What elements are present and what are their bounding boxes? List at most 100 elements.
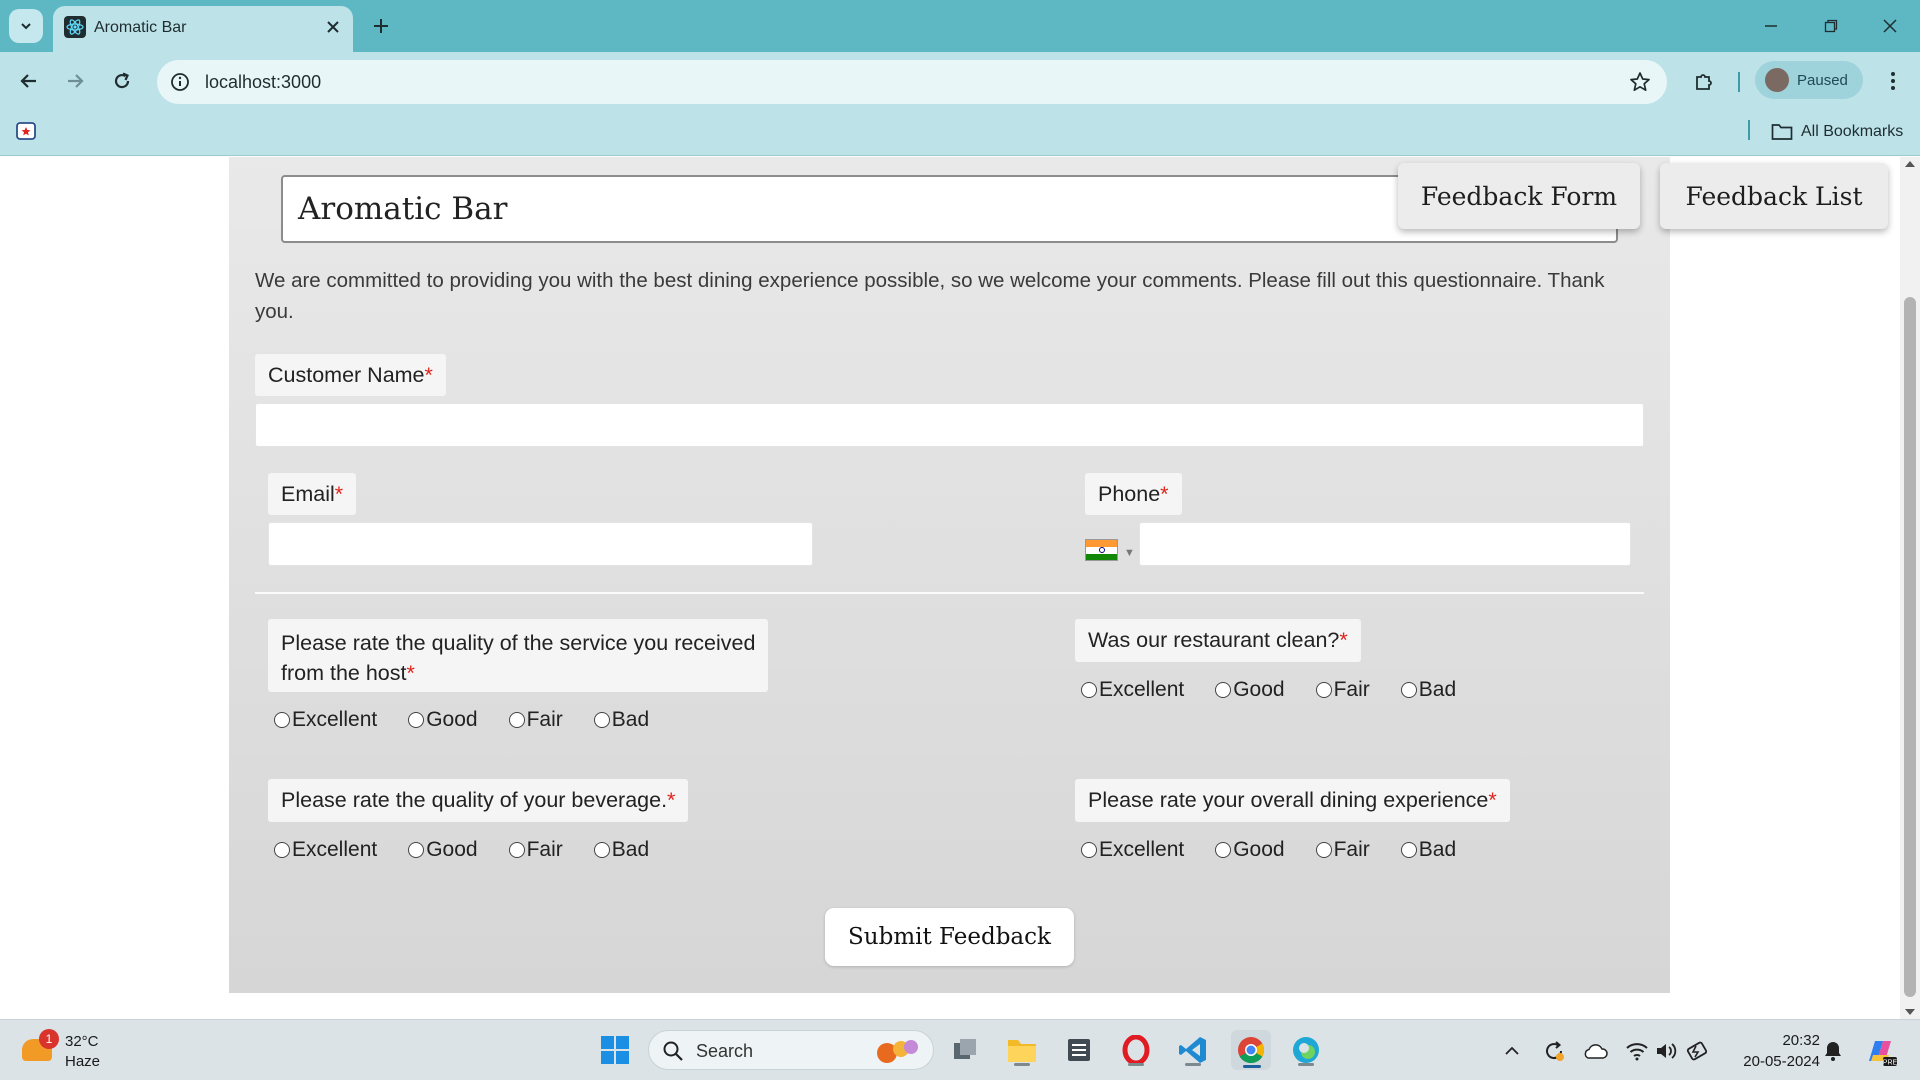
url-text[interactable]: localhost:3000 [205, 72, 321, 93]
feedback-form-panel: Aromatic Bar We are committed to providi… [229, 157, 1670, 993]
radio-button[interactable] [1215, 842, 1232, 858]
beverage-rating: Excellent Good Fair Bad [274, 838, 680, 862]
scrollbar-thumb[interactable] [1904, 297, 1916, 997]
required-marker: * [1488, 788, 1497, 812]
arrow-left-icon [20, 74, 36, 88]
forward-button[interactable] [58, 64, 92, 98]
profile-button[interactable]: Paused [1755, 61, 1863, 99]
radio-button[interactable] [508, 712, 525, 728]
radio-excellent[interactable]: Excellent [1081, 678, 1184, 702]
chrome-icon[interactable] [1231, 1030, 1271, 1070]
tab-close-button[interactable] [320, 14, 346, 40]
radio-fair[interactable]: Fair [1315, 838, 1370, 862]
radio-button[interactable] [408, 842, 425, 858]
running-indicator [1298, 1063, 1314, 1066]
wifi-icon[interactable] [1624, 1038, 1650, 1064]
radio-bad[interactable]: Bad [593, 838, 649, 862]
notification-badge: 1 [39, 1029, 59, 1049]
radio-good[interactable]: Good [1215, 838, 1285, 862]
radio-good[interactable]: Good [1215, 678, 1285, 702]
required-marker: * [406, 660, 415, 685]
extensions-button[interactable] [1687, 64, 1721, 98]
chevron-down-icon[interactable]: ▼ [1124, 547, 1135, 559]
sync-icon[interactable] [1541, 1038, 1567, 1064]
bookmark-star-icon[interactable] [1627, 69, 1653, 95]
file-explorer-icon[interactable] [1004, 1032, 1040, 1068]
edge-icon[interactable] [1288, 1032, 1324, 1068]
new-tab-button[interactable] [366, 11, 396, 41]
india-flag-icon[interactable] [1085, 539, 1118, 561]
taskbar-search[interactable]: Search [648, 1030, 934, 1070]
submit-feedback-button[interactable]: Submit Feedback [825, 908, 1074, 966]
nav-feedback-list[interactable]: Feedback List [1660, 163, 1888, 229]
radio-button[interactable] [274, 712, 290, 728]
tab-search-button[interactable] [9, 9, 43, 43]
system-clock[interactable]: 20:32 20-05-2024 [1720, 1030, 1820, 1072]
radio-excellent[interactable]: Excellent [274, 838, 377, 862]
radio-button[interactable] [1400, 682, 1417, 698]
notification-bell-icon[interactable] [1820, 1038, 1846, 1064]
nav-feedback-form[interactable]: Feedback Form [1398, 163, 1640, 229]
running-indicator [1014, 1063, 1030, 1066]
radio-button[interactable] [408, 712, 425, 728]
radio-button[interactable] [274, 842, 290, 858]
radio-button[interactable] [508, 842, 525, 858]
minimize-button[interactable] [1751, 10, 1791, 42]
radio-fair[interactable]: Fair [508, 708, 563, 732]
radio-button[interactable] [593, 712, 610, 728]
site-info-icon[interactable] [167, 69, 193, 95]
browser-menu-button[interactable] [1876, 64, 1910, 98]
required-marker: * [667, 788, 676, 812]
radio-good[interactable]: Good [408, 708, 478, 732]
weather-temperature: 32°C [65, 1033, 99, 1050]
radio-fair[interactable]: Fair [1315, 678, 1370, 702]
radio-button[interactable] [1315, 842, 1332, 858]
browser-tab-bar: Aromatic Bar [0, 0, 1920, 52]
bookmark-app-icon[interactable] [15, 120, 37, 142]
reload-button[interactable] [105, 64, 139, 98]
task-view-icon[interactable] [947, 1032, 983, 1068]
windows-start-icon[interactable] [597, 1032, 633, 1068]
radio-button[interactable] [1315, 682, 1332, 698]
back-button[interactable] [12, 64, 46, 98]
profile-status: Paused [1797, 72, 1848, 89]
radio-good[interactable]: Good [408, 838, 478, 862]
email-field[interactable] [268, 522, 813, 566]
radio-button[interactable] [1081, 842, 1097, 858]
scroll-up-arrow-icon[interactable] [1905, 161, 1915, 167]
volume-icon[interactable] [1653, 1038, 1679, 1064]
restore-icon [1824, 19, 1838, 33]
radio-button[interactable] [1400, 842, 1417, 858]
phone-field[interactable] [1139, 522, 1631, 566]
vscode-icon[interactable] [1175, 1032, 1211, 1068]
browser-tab[interactable]: Aromatic Bar [53, 6, 353, 52]
radio-button[interactable] [1081, 682, 1097, 698]
all-bookmarks-button[interactable]: All Bookmarks [1771, 119, 1903, 145]
required-marker: * [1339, 628, 1348, 652]
copilot-icon[interactable]: PRE [1862, 1033, 1898, 1069]
opera-icon[interactable] [1118, 1032, 1154, 1068]
toolbar-separator [1738, 72, 1740, 92]
radio-bad[interactable]: Bad [1400, 678, 1456, 702]
radio-button[interactable] [593, 842, 610, 858]
restore-button[interactable] [1811, 10, 1851, 42]
radio-fair[interactable]: Fair [508, 838, 563, 862]
address-bar[interactable]: localhost:3000 [157, 60, 1667, 104]
host-service-rating: Excellent Good Fair Bad [274, 708, 680, 732]
customer-name-input[interactable] [255, 403, 1644, 447]
cloud-icon[interactable] [1582, 1038, 1608, 1064]
radio-excellent[interactable]: Excellent [1081, 838, 1184, 862]
radio-button[interactable] [1215, 682, 1232, 698]
weather-widget[interactable]: 1 32°C Haze [22, 1029, 132, 1073]
beverage-question: Please rate the quality of your beverage… [268, 779, 689, 822]
notepad-icon[interactable] [1061, 1032, 1097, 1068]
page-scrollbar[interactable] [1900, 157, 1920, 1019]
close-window-button[interactable] [1870, 10, 1910, 42]
radio-excellent[interactable]: Excellent [274, 708, 377, 732]
radio-bad[interactable]: Bad [1400, 838, 1456, 862]
radio-bad[interactable]: Bad [593, 708, 649, 732]
chevron-up-icon[interactable] [1499, 1038, 1525, 1064]
battery-icon[interactable] [1685, 1038, 1711, 1064]
scroll-down-arrow-icon[interactable] [1905, 1009, 1915, 1015]
browser-toolbar: localhost:3000 Paused [0, 52, 1920, 108]
